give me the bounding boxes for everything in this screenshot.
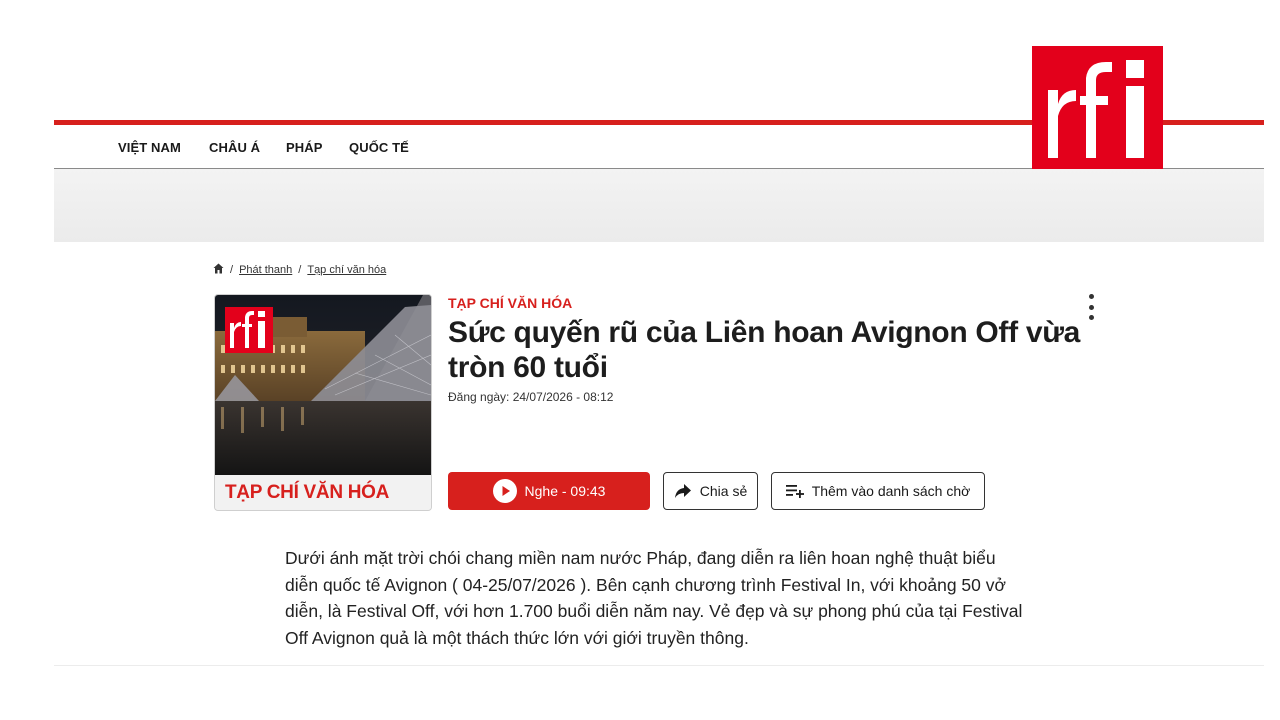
- nav-item-viet-nam[interactable]: VIỆT NAM: [118, 140, 181, 155]
- breadcrumb-separator: /: [298, 264, 302, 276]
- playlist-add-icon: [785, 484, 804, 498]
- breadcrumb-item-tap-chi-van-hoa[interactable]: Tạp chí văn hóa: [307, 264, 386, 276]
- episode-thumbnail[interactable]: TẠP CHÍ VĂN HÓA: [214, 294, 432, 511]
- play-icon: [492, 479, 517, 503]
- more-options-icon[interactable]: [1082, 294, 1100, 320]
- breadcrumb: / Phát thanh / Tạp chí văn hóa: [213, 263, 386, 277]
- share-label: Chia sẻ: [699, 483, 748, 499]
- article-title: Sức quyến rũ của Liên hoan Avignon Off v…: [448, 316, 1081, 384]
- home-icon[interactable]: [213, 263, 224, 277]
- louvre-photo: [215, 295, 431, 475]
- publish-date: Đăng ngày: 24/07/2026 - 08:12: [448, 390, 614, 404]
- share-icon: [674, 483, 692, 499]
- play-label: Nghe - 09:43: [524, 483, 606, 499]
- queue-label: Thêm vào danh sách chờ: [811, 483, 971, 499]
- play-button[interactable]: Nghe - 09:43: [448, 472, 650, 510]
- add-to-queue-button[interactable]: Thêm vào danh sách chờ: [771, 472, 985, 510]
- nav-item-phap[interactable]: PHÁP: [286, 140, 323, 155]
- ad-banner-area: [54, 169, 1264, 242]
- nav-item-chau-a[interactable]: CHÂU Á: [209, 140, 260, 155]
- breadcrumb-item-phat-thanh[interactable]: Phát thanh: [239, 264, 292, 276]
- article-lead: Dưới ánh mặt trời chói chang miền nam nư…: [285, 548, 1023, 648]
- share-button[interactable]: Chia sẻ: [663, 472, 758, 510]
- article-kicker[interactable]: TẠP CHÍ VĂN HÓA: [448, 295, 572, 311]
- thumbnail-caption: TẠP CHÍ VĂN HÓA: [215, 475, 431, 510]
- nav-item-quoc-te[interactable]: QUỐC TẾ: [349, 140, 409, 155]
- rfi-logo[interactable]: [1032, 46, 1163, 173]
- rfi-logo-mark: [1048, 60, 1144, 158]
- breadcrumb-separator: /: [230, 264, 234, 276]
